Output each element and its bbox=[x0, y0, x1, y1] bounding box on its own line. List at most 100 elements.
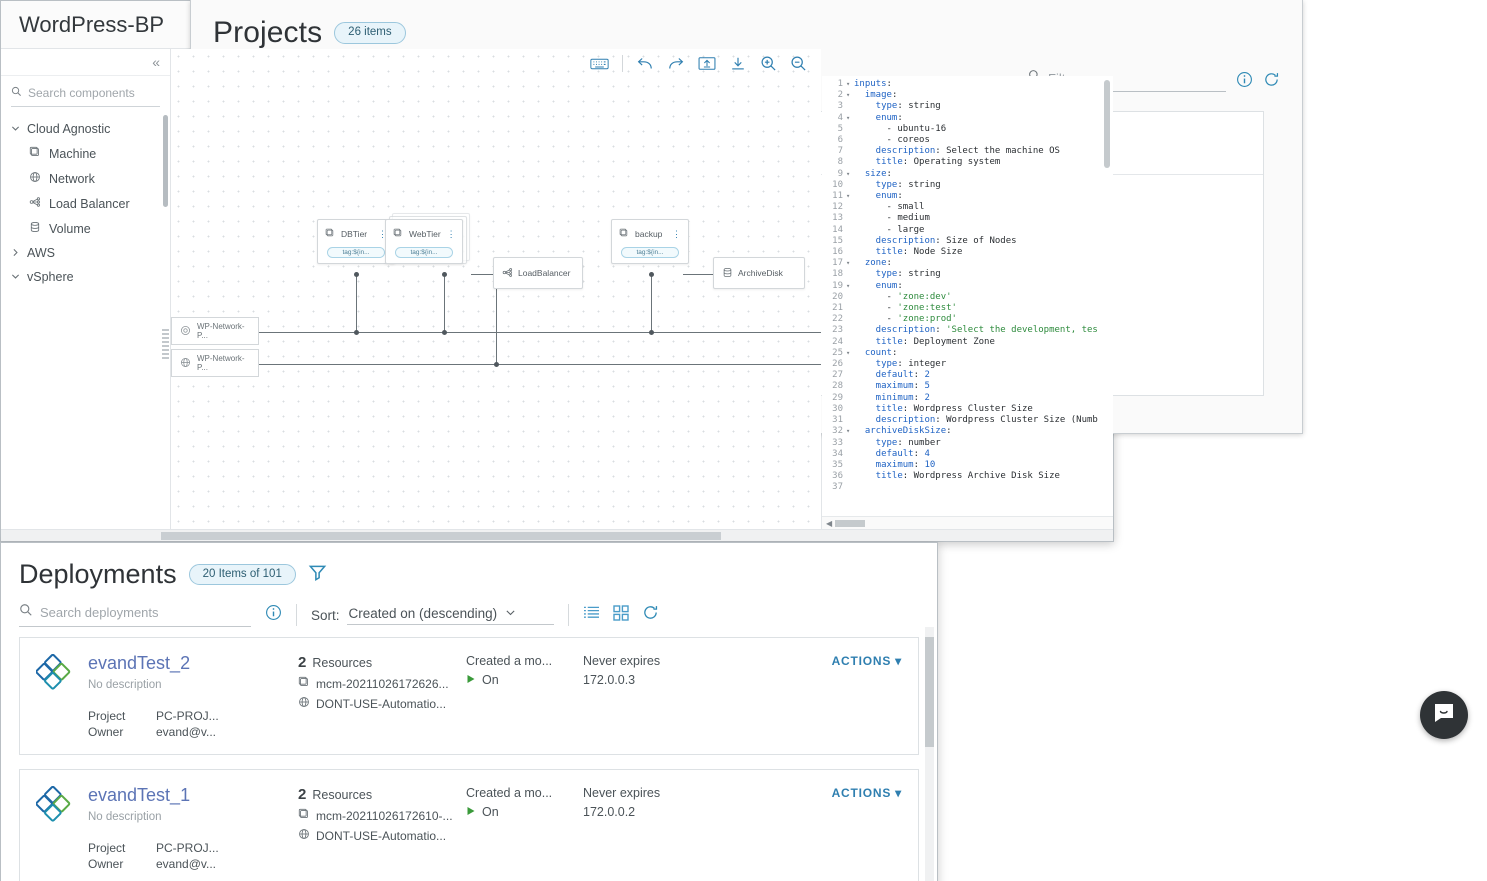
deployments-search-box[interactable] bbox=[19, 603, 251, 627]
code-editor[interactable]: 1 ▾ inputs: 2 ▾ image: 3 type: string 4 ▾ enum:… bbox=[822, 76, 1113, 516]
line-number: 7 bbox=[837, 146, 843, 157]
line-number: 23 bbox=[832, 325, 843, 336]
redo-icon[interactable] bbox=[667, 56, 685, 72]
deployment-owner-row: Owner evand@v... bbox=[88, 725, 219, 739]
deployments-scrollbar-thumb[interactable] bbox=[925, 637, 934, 747]
code-fold-toggle[interactable]: ▾ bbox=[846, 426, 854, 437]
palette-scrollbar[interactable] bbox=[163, 115, 168, 207]
card-view-icon[interactable] bbox=[613, 604, 629, 626]
palette-resize-grip[interactable] bbox=[162, 329, 169, 359]
designer-hscroll-thumb[interactable] bbox=[161, 531, 721, 540]
palette-item-load-balancer[interactable]: Load Balancer bbox=[1, 191, 170, 216]
created-text: Created a mo... bbox=[466, 654, 553, 668]
code-line: 33 type: number bbox=[822, 438, 1113, 449]
line-number: 17 bbox=[832, 258, 843, 269]
code-fold-toggle bbox=[846, 415, 854, 426]
code-fold-toggle[interactable]: ▾ bbox=[846, 191, 854, 202]
machine-icon bbox=[393, 225, 403, 243]
refresh-icon[interactable] bbox=[642, 604, 659, 626]
palette-search-input[interactable] bbox=[28, 86, 160, 100]
deployment-actions-menu[interactable]: ACTIONS ▾ bbox=[832, 654, 902, 738]
code-fold-toggle bbox=[846, 236, 854, 247]
code-hscroll-thumb[interactable] bbox=[835, 519, 866, 527]
deployment-name[interactable]: evandTest_2 bbox=[88, 653, 219, 674]
node-archivedisk[interactable]: ArchiveDisk bbox=[713, 257, 805, 289]
collapse-palette-button[interactable]: « bbox=[1, 49, 170, 76]
palette-search-box[interactable] bbox=[11, 84, 160, 107]
code-fold-toggle[interactable]: ▾ bbox=[846, 90, 854, 101]
fit-to-screen-icon[interactable] bbox=[698, 56, 716, 71]
palette-group-cloud-agnostic[interactable]: Cloud Agnostic bbox=[1, 117, 170, 141]
keyboard-icon[interactable] bbox=[590, 57, 609, 71]
scroll-left-arrow-icon[interactable]: ◀ bbox=[826, 519, 832, 528]
info-icon[interactable] bbox=[265, 604, 282, 626]
sort-select[interactable]: Created on (descending) bbox=[346, 606, 555, 625]
code-fold-toggle[interactable]: ▾ bbox=[846, 113, 854, 124]
machine-icon bbox=[325, 225, 335, 243]
line-number: 26 bbox=[832, 359, 843, 370]
resource-item[interactable]: mcm-20211026172626... bbox=[298, 676, 466, 691]
node-menu-icon[interactable]: ⋮ bbox=[447, 229, 456, 240]
node-label: ArchiveDisk bbox=[738, 268, 783, 278]
code-text: title: Wordpress Archive Disk Size bbox=[854, 471, 1060, 482]
created-text: Created a mo... bbox=[466, 786, 553, 800]
code-fold-toggle[interactable]: ▾ bbox=[846, 169, 854, 180]
info-icon[interactable] bbox=[1236, 71, 1253, 88]
code-fold-toggle bbox=[846, 325, 854, 336]
refresh-icon[interactable] bbox=[1263, 71, 1280, 88]
code-text: title: Deployment Zone bbox=[854, 336, 995, 347]
zoom-in-icon[interactable] bbox=[760, 55, 777, 72]
network-lane-private[interactable]: WP-Network-P... bbox=[171, 349, 259, 377]
deployment-card[interactable]: evandTest_1 No description Project PC-PR… bbox=[19, 769, 919, 881]
code-text: description: 'Select the development, te… bbox=[854, 325, 1098, 336]
resource-item[interactable]: DONT-USE-Automatio... bbox=[298, 828, 466, 843]
line-number: 25 bbox=[832, 347, 843, 358]
designer-horizontal-scrollbar[interactable] bbox=[1, 529, 1113, 541]
zoom-out-icon[interactable] bbox=[790, 55, 807, 72]
palette-item-volume[interactable]: Volume bbox=[1, 216, 170, 241]
resource-item[interactable]: DONT-USE-Automatio... bbox=[298, 696, 466, 711]
code-fold-toggle[interactable]: ▾ bbox=[846, 281, 854, 292]
design-canvas[interactable]: DBTier ⋮ tag:${in... WebTier ⋮ tag:${in.… bbox=[171, 49, 821, 529]
resource-item[interactable]: mcm-20211026172610-... bbox=[298, 808, 466, 823]
code-vertical-scrollbar[interactable] bbox=[1104, 80, 1110, 168]
toolbar-divider bbox=[568, 604, 570, 626]
line-number: 2 bbox=[837, 90, 843, 101]
download-icon[interactable] bbox=[729, 56, 747, 72]
code-line: 8 title: Operating system bbox=[822, 157, 1113, 168]
code-fold-toggle bbox=[846, 370, 854, 381]
network-icon bbox=[298, 828, 310, 843]
deployment-name[interactable]: evandTest_1 bbox=[88, 785, 219, 806]
palette-list: Cloud Agnostic Machine Network Load Bala… bbox=[1, 107, 170, 529]
node-dbtier[interactable]: DBTier ⋮ tag:${in... bbox=[317, 219, 395, 264]
network-lane-label: WP-Network-P... bbox=[197, 354, 245, 372]
node-backup[interactable]: backup ⋮ tag:${in... bbox=[611, 219, 689, 264]
filter-funnel-icon[interactable] bbox=[308, 563, 327, 587]
undo-icon[interactable] bbox=[636, 56, 654, 72]
palette-group-vsphere[interactable]: vSphere bbox=[1, 265, 170, 289]
code-fold-toggle[interactable]: ▾ bbox=[846, 79, 854, 90]
palette-group-aws[interactable]: AWS bbox=[1, 241, 170, 265]
deployment-description: No description bbox=[88, 678, 162, 691]
code-horizontal-scrollbar[interactable]: ◀ bbox=[822, 516, 1113, 529]
code-line: 21 - 'zone:test' bbox=[822, 303, 1113, 314]
deployment-meta: Project PC-PROJ... Owner evand@v... bbox=[88, 841, 219, 871]
node-menu-icon[interactable]: ⋮ bbox=[672, 229, 681, 240]
chat-widget-button[interactable] bbox=[1420, 691, 1468, 739]
code-fold-toggle bbox=[846, 303, 854, 314]
deployments-search-input[interactable] bbox=[40, 605, 251, 620]
deployment-actions-menu[interactable]: ACTIONS ▾ bbox=[832, 786, 902, 870]
deployments-list[interactable]: evandTest_2 No description Project PC-PR… bbox=[1, 627, 937, 881]
palette-item-network[interactable]: Network bbox=[1, 166, 170, 191]
node-webtier[interactable]: WebTier ⋮ tag:${in... bbox=[385, 219, 463, 264]
code-text: type: string bbox=[854, 101, 941, 112]
project-label: Project bbox=[88, 708, 126, 723]
palette-item-machine[interactable]: Machine bbox=[1, 141, 170, 166]
deployment-description: No description bbox=[88, 810, 162, 823]
code-fold-toggle[interactable]: ▾ bbox=[846, 348, 854, 359]
list-view-icon[interactable] bbox=[583, 605, 600, 625]
network-lane-public[interactable]: WP-Network-P... bbox=[171, 317, 259, 345]
code-fold-toggle[interactable]: ▾ bbox=[846, 258, 854, 269]
deployment-card[interactable]: evandTest_2 No description Project PC-PR… bbox=[19, 637, 919, 755]
node-loadbalancer[interactable]: LoadBalancer bbox=[493, 257, 583, 289]
